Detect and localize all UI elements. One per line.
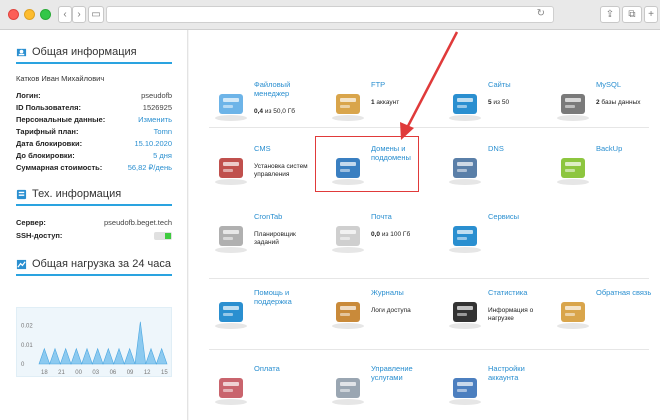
chart-x-tick-label: 21 (58, 370, 65, 376)
load-title: Общая нагрузка за 24 часа (32, 258, 171, 270)
tech-info-heading: Тех. информация (16, 188, 121, 200)
arrow-head (400, 122, 414, 140)
load-chart-svg: 0.02 0.01 0 18 21 00 03 06 09 12 15 (21, 321, 168, 376)
info-row-days-left: До блокировки: 5 дня (16, 151, 172, 160)
close-window-button[interactable] (8, 9, 19, 20)
control-panel: Файловый менеджер 0,4 из 50,0 Гб FTP 1 акка… (189, 30, 660, 420)
chart-y-tick-label: 0.01 (21, 343, 33, 349)
info-row-total-cost: Суммарная стоимость: 56,82 ₽/день (16, 163, 172, 172)
info-row-personal-data: Персональные данные: Изменить (16, 114, 172, 126)
new-tab-button[interactable]: + (644, 6, 658, 23)
section-divider (16, 204, 172, 206)
edit-personal-data-link[interactable]: Изменить (138, 114, 172, 126)
server-icon (16, 189, 27, 199)
general-info-heading: Общая информация (16, 46, 137, 58)
chart-y-tick-label: 0 (21, 362, 25, 368)
chart-x-tick-label: 09 (127, 370, 134, 376)
chart-x-tick-label: 03 (92, 370, 99, 376)
user-full-name: Катков Иван Михайлович (16, 74, 105, 83)
section-divider (16, 274, 172, 276)
annotation-arrow (400, 31, 459, 140)
info-row-login: Логин: pseudofb (16, 91, 172, 100)
ssh-access-toggle[interactable] (154, 232, 172, 240)
chart-x-tick-label: 12 (144, 370, 151, 376)
minimize-window-button[interactable] (24, 9, 35, 20)
browser-toolbar: ‹ › ▭ ↻ ⇪ ⧉ + (0, 0, 660, 30)
back-button[interactable]: ‹ (58, 6, 72, 23)
tech-info-title: Тех. информация (32, 188, 122, 200)
chart-x-tick-label: 15 (161, 370, 168, 376)
chart-x-tick-label: 06 (110, 370, 117, 376)
tariff-link[interactable]: Tomn (154, 126, 172, 138)
load-heading: Общая нагрузка за 24 часа (16, 258, 171, 270)
zoom-window-button[interactable] (40, 9, 51, 20)
info-row-ssh: SSH-доступ: (16, 230, 172, 242)
info-row-server: Сервер: pseudofb.beget.tech (16, 218, 172, 227)
chart-area-series (38, 321, 168, 365)
load-chart: 0.02 0.01 0 18 21 00 03 06 09 12 15 (16, 307, 172, 377)
general-info-title: Общая информация (32, 46, 137, 58)
share-button[interactable]: ⇪ (600, 6, 620, 23)
load-chart-icon (16, 259, 27, 269)
section-divider (16, 62, 172, 64)
chart-x-tick-label: 00 (75, 370, 82, 376)
info-row-tariff: Тарифный план: Tomn (16, 126, 172, 138)
chart-y-tick-label: 0.02 (21, 324, 33, 330)
info-row-block-date: Дата блокировки: 15.10.2020 (16, 139, 172, 148)
user-card-icon (16, 48, 27, 56)
chart-x-tick-label: 18 (41, 370, 48, 376)
address-bar[interactable]: ↻ (106, 6, 554, 23)
sidebar: Общая информация Катков Иван Михайлович … (0, 30, 188, 420)
tabs-overview-button[interactable]: ⧉ (622, 6, 642, 23)
reload-icon[interactable]: ↻ (537, 8, 545, 19)
info-row-user-id: ID Пользователя: 1526925 (16, 103, 172, 112)
sidebar-toggle-button[interactable]: ▭ (88, 6, 104, 23)
forward-button[interactable]: › (72, 6, 86, 23)
arrow-shaft (405, 31, 459, 129)
